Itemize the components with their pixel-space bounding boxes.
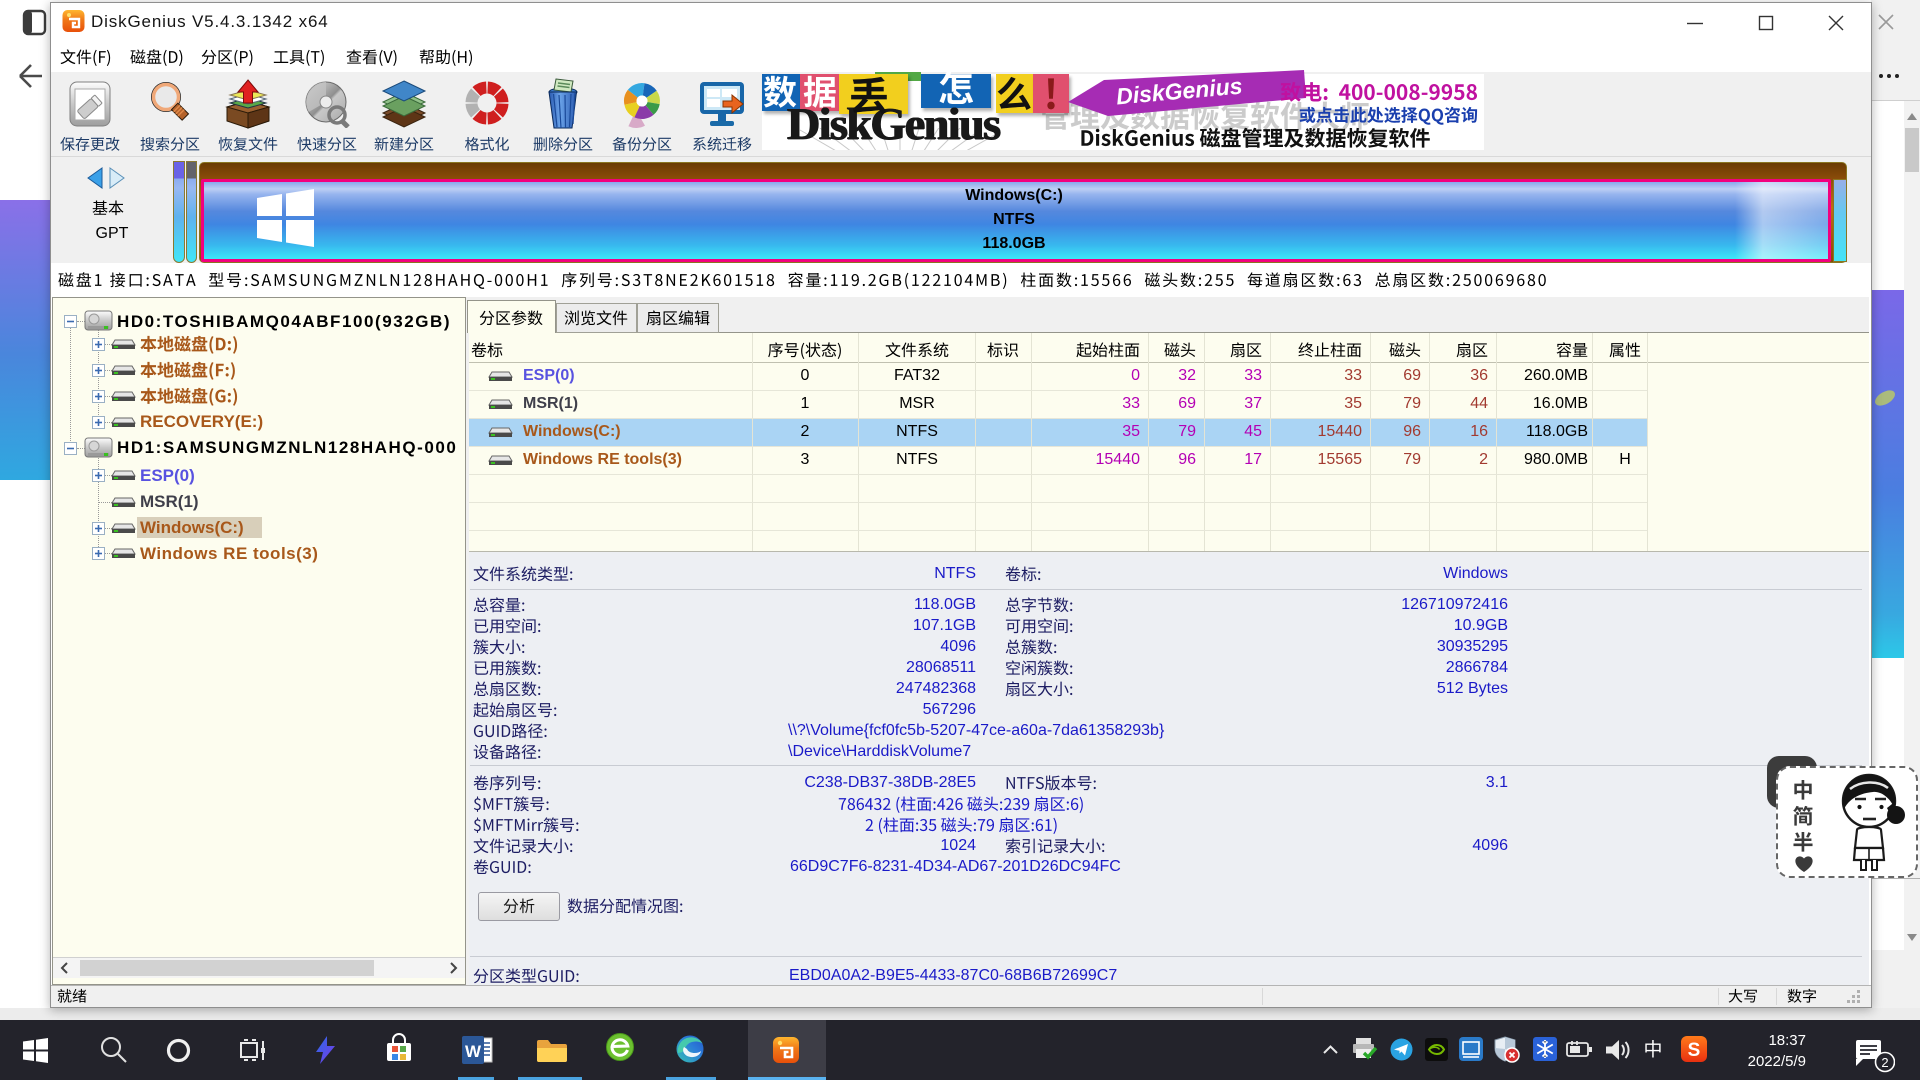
svg-text:W: W <box>465 1042 482 1061</box>
svg-text:2: 2 <box>1881 1055 1888 1070</box>
svg-text:S: S <box>1688 1040 1701 1061</box>
